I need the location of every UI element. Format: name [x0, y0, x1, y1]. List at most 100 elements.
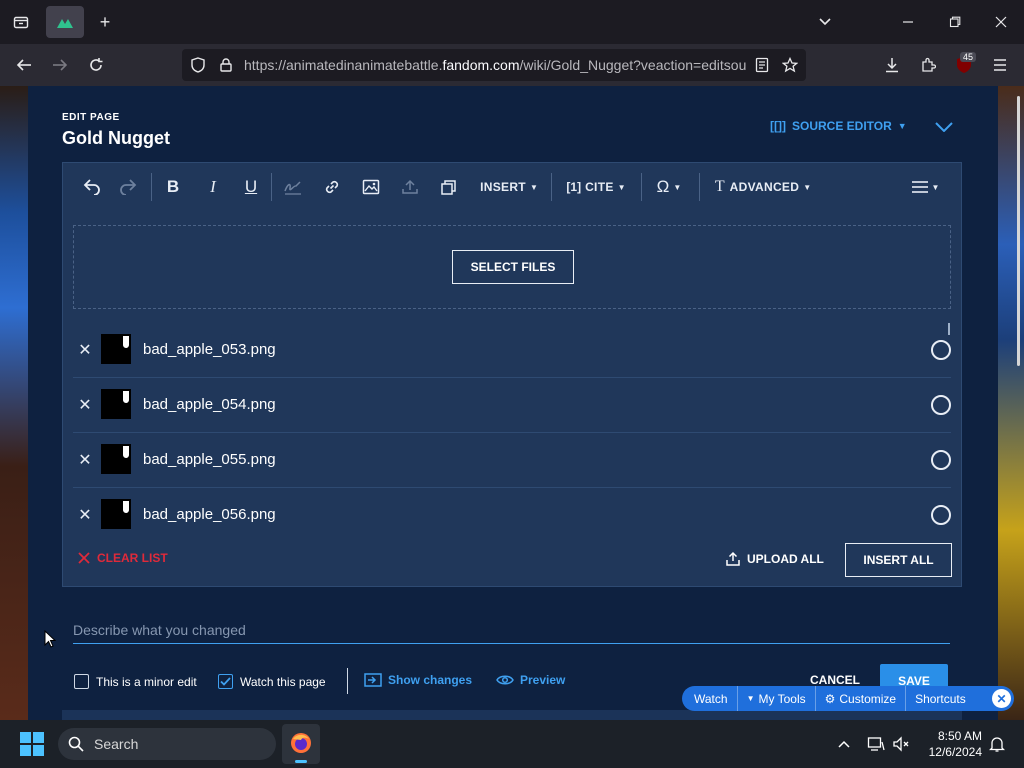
watch-button[interactable]: Watch [682, 686, 738, 711]
new-tab-icon[interactable]: + [90, 8, 120, 36]
eye-icon [496, 675, 514, 685]
close-window-icon[interactable] [986, 10, 1016, 34]
underline-icon[interactable]: U [239, 175, 263, 199]
toolbar-divider [641, 173, 642, 201]
file-thumbnail [101, 499, 131, 529]
tab-overview-icon[interactable] [6, 8, 36, 36]
editor-footer-band [62, 710, 962, 720]
mouse-cursor-icon [44, 630, 56, 648]
file-thumbnail [101, 334, 131, 364]
search-icon [68, 736, 84, 752]
caret-down-icon: ▼ [617, 182, 626, 192]
redo-icon[interactable] [117, 175, 141, 199]
file-list-scrollbar[interactable] [948, 323, 950, 335]
caret-down-icon: ▼ [931, 182, 940, 192]
upload-all-button[interactable]: UPLOAD ALL [725, 551, 824, 567]
windows-start-icon[interactable] [20, 732, 44, 756]
remove-file-icon[interactable]: ✕ [75, 505, 95, 525]
edit-summary-input[interactable] [73, 616, 950, 644]
more-options-button[interactable]: ▼ [907, 175, 943, 199]
url-bar[interactable]: https://animatedinanimatebattle.fandom.c… [182, 49, 806, 81]
close-toolbar-icon[interactable]: ✕ [992, 689, 1011, 708]
gallery-icon[interactable] [437, 175, 461, 199]
link-icon[interactable] [320, 175, 344, 199]
shortcuts-button[interactable]: Shortcuts [906, 686, 975, 711]
toolbar-divider [699, 173, 700, 201]
taskbar-clock[interactable]: 8:50 AM 12/6/2024 [920, 728, 982, 760]
footer-divider [347, 668, 348, 694]
reader-view-icon[interactable] [752, 55, 772, 75]
shortcuts-label: Shortcuts [915, 691, 966, 706]
volume-muted-icon[interactable] [891, 734, 911, 754]
preview-button[interactable]: Preview [496, 673, 565, 687]
forward-icon[interactable] [46, 52, 74, 78]
firefox-taskbar-icon[interactable] [282, 724, 320, 764]
editor-toolbar: B I U INSERT ▼ [1] CITE ▼ Ω ▼ T ADVANCED… [63, 163, 961, 211]
customize-label: Customize [839, 691, 897, 706]
upload-icon[interactable] [398, 175, 422, 199]
back-icon[interactable] [10, 52, 38, 78]
insert-menu-button[interactable]: INSERT ▼ [479, 175, 539, 199]
insert-label: INSERT [480, 180, 526, 194]
watch-label: Watch [694, 691, 728, 706]
italic-icon[interactable]: I [201, 175, 225, 199]
edit-page-label: EDIT PAGE [62, 112, 120, 123]
remove-file-icon[interactable]: ✕ [75, 395, 95, 415]
customize-button[interactable]: ⚙ Customize [816, 686, 907, 711]
image-icon[interactable] [359, 175, 383, 199]
menu-hamburger-icon[interactable] [986, 52, 1014, 78]
source-editor-button[interactable]: [[]] SOURCE EDITOR ▼ [770, 119, 907, 133]
file-dropzone[interactable]: SELECT FILES [73, 225, 951, 309]
url-text[interactable]: https://animatedinanimatebattle.fandom.c… [244, 57, 752, 73]
my-tools-button[interactable]: ▼ My Tools [738, 686, 816, 711]
list-all-tabs-icon[interactable] [810, 10, 840, 34]
taskbar-search[interactable]: Search [58, 728, 276, 760]
cite-menu-button[interactable]: [1] CITE ▼ [561, 175, 631, 199]
remove-file-icon[interactable]: ✕ [75, 450, 95, 470]
clear-list-button[interactable]: CLEAR LIST [77, 551, 168, 565]
caret-down-icon: ▼ [803, 182, 812, 192]
special-character-button[interactable]: Ω ▼ [651, 175, 687, 199]
network-icon[interactable] [866, 734, 886, 754]
list-item: ✕ bad_apple_053.png [73, 323, 951, 378]
bold-icon[interactable]: B [161, 175, 185, 199]
caret-down-icon: ▼ [673, 182, 682, 192]
cite-label: CITE [585, 180, 614, 194]
downloads-icon[interactable] [878, 52, 906, 78]
undo-icon[interactable] [79, 175, 103, 199]
show-changes-button[interactable]: Show changes [364, 673, 472, 687]
select-files-button[interactable]: SELECT FILES [452, 250, 574, 284]
lock-icon[interactable] [216, 55, 236, 75]
upload-all-label: UPLOAD ALL [747, 552, 824, 566]
minor-edit-checkbox[interactable] [74, 674, 89, 689]
tab-fandom[interactable] [46, 6, 84, 38]
restore-icon[interactable] [940, 10, 970, 34]
file-name: bad_apple_055.png [143, 451, 276, 468]
pending-status-icon [931, 505, 951, 525]
extensions-icon[interactable] [914, 52, 942, 78]
nav-bar: https://animatedinanimatebattle.fandom.c… [0, 44, 1024, 86]
insert-all-button[interactable]: INSERT ALL [845, 543, 952, 577]
notification-bell-icon[interactable] [987, 734, 1007, 754]
bookmark-star-icon[interactable] [780, 55, 800, 75]
minor-edit-label: This is a minor edit [96, 675, 197, 689]
reload-icon[interactable] [82, 52, 110, 78]
signature-icon[interactable] [281, 175, 305, 199]
tray-overflow-icon[interactable] [834, 734, 854, 754]
minimize-icon[interactable] [893, 10, 923, 34]
cancel-button[interactable]: CANCEL [810, 673, 860, 687]
advanced-label: ADVANCED [729, 180, 800, 194]
collapse-chevron-icon[interactable] [932, 115, 956, 139]
file-thumbnail [101, 389, 131, 419]
page-scrollbar[interactable] [1017, 96, 1020, 366]
pending-status-icon [931, 395, 951, 415]
upload-dialog: B I U INSERT ▼ [1] CITE ▼ Ω ▼ T ADVANCED… [62, 162, 962, 587]
omega-icon: Ω [656, 177, 670, 196]
advanced-menu-button[interactable]: T ADVANCED ▼ [711, 175, 815, 199]
background-art-left [0, 86, 28, 720]
tracking-protection-icon[interactable] [188, 55, 208, 75]
watch-page-checkbox[interactable] [218, 674, 233, 689]
active-app-indicator [295, 760, 307, 763]
remove-file-icon[interactable]: ✕ [75, 340, 95, 360]
fandom-favicon-icon [57, 19, 73, 28]
